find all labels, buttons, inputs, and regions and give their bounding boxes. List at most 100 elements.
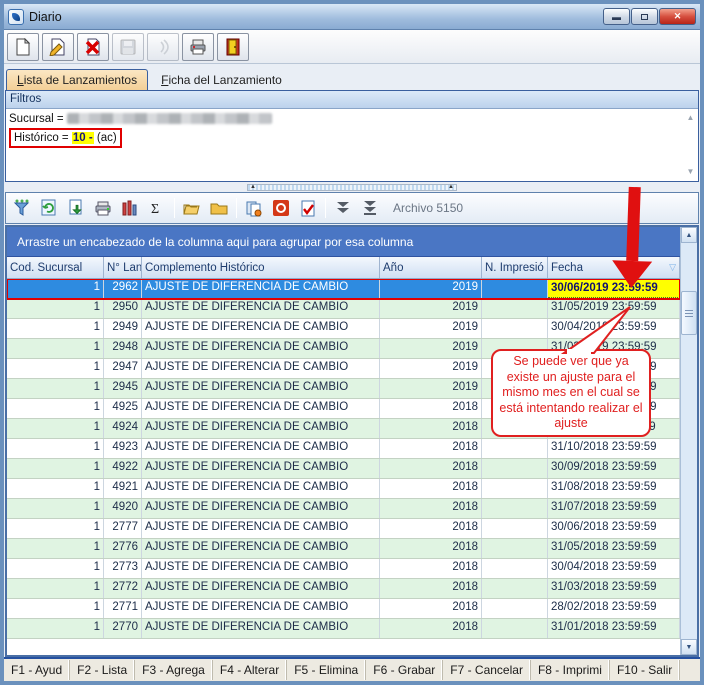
copy-documents-button[interactable]	[244, 198, 264, 218]
cell-n-impresion	[482, 439, 548, 458]
open-folder-button[interactable]	[182, 198, 202, 218]
table-row-selected[interactable]: 1 2962 AJUSTE DE DIFERENCIA DE CAMBIO 2019 3…	[7, 279, 680, 300]
collapse-up-icon: ▲	[448, 184, 454, 190]
filters-scrollbar[interactable]: ▲ ▼	[684, 110, 697, 180]
cell-cod-sucursal: 1	[7, 319, 104, 338]
column-header-n-lan[interactable]: N° Lan	[104, 257, 142, 278]
refresh-icon	[40, 199, 58, 217]
tab-lista-de-lanzamientos[interactable]: Lista de Lanzamientos	[6, 69, 149, 90]
scrollbar-track[interactable]	[681, 243, 697, 639]
fkey-f7[interactable]: F7 - Cancelar	[443, 660, 531, 680]
tab-ficha-del-lanzamiento[interactable]: Ficha del Lanzamiento	[150, 69, 293, 90]
cell-n-impresion	[482, 299, 548, 318]
delete-document-button[interactable]	[77, 32, 109, 61]
save-icon	[120, 39, 136, 55]
record-stop-button[interactable]	[271, 198, 291, 218]
exit-door-button[interactable]	[217, 32, 249, 61]
column-header-fecha[interactable]: Fecha ▽	[548, 257, 680, 278]
new-document-button[interactable]	[7, 32, 39, 61]
move-bottom-icon	[362, 200, 378, 216]
column-header-complemento-hist-rico[interactable]: Complemento Histórico	[142, 257, 380, 278]
maximize-button[interactable]	[631, 8, 658, 25]
cell-n-lanzamiento: 2950	[104, 299, 142, 318]
transmit-icon	[155, 38, 171, 55]
table-row[interactable]: 1 4921 AJUSTE DE DIFERENCIA DE CAMBIO 2018 3…	[7, 479, 680, 499]
column-header-n-impresi-[interactable]: N. Impresió	[482, 257, 548, 278]
close-button[interactable]: ✕	[659, 8, 696, 25]
check-document-button[interactable]	[298, 198, 318, 218]
filter-funnel-button[interactable]	[12, 198, 32, 218]
table-row[interactable]: 1 2772 AJUSTE DE DIFERENCIA DE CAMBIO 2018 3…	[7, 579, 680, 599]
cell-n-lanzamiento: 2772	[104, 579, 142, 598]
cell-ano: 2018	[380, 519, 482, 538]
cell-cod-sucursal: 1	[7, 459, 104, 478]
print-button[interactable]	[182, 32, 214, 61]
archivo-caption: Archivo 5150	[393, 201, 464, 215]
table-row[interactable]: 1 4922 AJUSTE DE DIFERENCIA DE CAMBIO 2018 3…	[7, 459, 680, 479]
cell-ano: 2019	[380, 299, 482, 318]
cell-n-impresion	[482, 579, 548, 598]
scrollbar-thumb[interactable]	[681, 291, 697, 335]
cell-n-lanzamiento: 2773	[104, 559, 142, 578]
sum-sigma-button[interactable]: Σ	[147, 198, 167, 218]
fkey-f3[interactable]: F3 - Agrega	[135, 660, 213, 680]
record-stop-icon	[273, 200, 289, 216]
table-row[interactable]: 1 2950 AJUSTE DE DIFERENCIA DE CAMBIO 2019 3…	[7, 299, 680, 319]
cell-ano: 2018	[380, 539, 482, 558]
cell-fecha: 31/07/2018 23:59:59	[548, 499, 680, 518]
columns-button[interactable]	[120, 198, 140, 218]
move-down-button[interactable]	[333, 198, 353, 218]
group-by-bar[interactable]: Arrastre un encabezado de la columna aqu…	[7, 227, 680, 257]
grid-toolbar: Σ Archivo 5150	[5, 192, 699, 224]
cell-ano: 2018	[380, 499, 482, 518]
closed-folder-button[interactable]	[209, 198, 229, 218]
edit-document-button[interactable]	[42, 32, 74, 61]
cell-n-lanzamiento: 2945	[104, 379, 142, 398]
fkey-f2[interactable]: F2 - Lista	[70, 660, 136, 680]
refresh-button[interactable]	[39, 198, 59, 218]
cell-complemento-historico: AJUSTE DE DIFERENCIA DE CAMBIO	[142, 299, 380, 318]
column-header-cod-sucursal[interactable]: Cod. Sucursal	[7, 257, 104, 278]
table-row[interactable]: 1 2770 AJUSTE DE DIFERENCIA DE CAMBIO 2018 3…	[7, 619, 680, 639]
fkey-f5[interactable]: F5 - Elimina	[287, 660, 367, 680]
scroll-up-icon[interactable]: ▲	[687, 110, 695, 126]
table-row[interactable]: 1 2771 AJUSTE DE DIFERENCIA DE CAMBIO 2018 2…	[7, 599, 680, 619]
scroll-down-icon[interactable]: ▼	[681, 639, 697, 655]
table-row[interactable]: 1 4920 AJUSTE DE DIFERENCIA DE CAMBIO 2018 3…	[7, 499, 680, 519]
cell-n-lanzamiento: 4920	[104, 499, 142, 518]
cell-cod-sucursal: 1	[7, 299, 104, 318]
minimize-button[interactable]: ▬	[603, 8, 630, 25]
historico-rest: (ac)	[96, 132, 117, 144]
print-small-button[interactable]	[93, 198, 113, 218]
table-row[interactable]: 1 2777 AJUSTE DE DIFERENCIA DE CAMBIO 2018 3…	[7, 519, 680, 539]
table-row[interactable]: 1 2949 AJUSTE DE DIFERENCIA DE CAMBIO 2019 3…	[7, 319, 680, 339]
cell-complemento-historico: AJUSTE DE DIFERENCIA DE CAMBIO	[142, 399, 380, 418]
fkey-f10[interactable]: F10 - Salir	[610, 660, 681, 680]
export-down-button[interactable]	[66, 198, 86, 218]
fkey-f8[interactable]: F8 - Imprimi	[531, 660, 610, 680]
grid-scrollbar[interactable]: ▲ ▼	[680, 227, 697, 655]
table-row[interactable]: 1 2776 AJUSTE DE DIFERENCIA DE CAMBIO 2018 3…	[7, 539, 680, 559]
export-down-icon	[68, 199, 85, 217]
cell-complemento-historico: AJUSTE DE DIFERENCIA DE CAMBIO	[142, 319, 380, 338]
fkey-f4[interactable]: F4 - Alterar	[213, 660, 288, 680]
scroll-down-icon[interactable]: ▼	[687, 164, 695, 180]
annotation-callout: Se puede ver que ya existe un ajuste par…	[491, 349, 651, 437]
column-header-a-o[interactable]: Año	[380, 257, 482, 278]
splitter[interactable]: ▲ ▲	[4, 182, 700, 192]
splitter-handle[interactable]: ▲ ▲	[247, 183, 457, 191]
cell-cod-sucursal: 1	[7, 339, 104, 358]
column-filter-icon[interactable]: ▽	[669, 262, 676, 273]
cell-n-lanzamiento: 2949	[104, 319, 142, 338]
cell-cod-sucursal: 1	[7, 399, 104, 418]
table-row[interactable]: 1 4923 AJUSTE DE DIFERENCIA DE CAMBIO 2018 3…	[7, 439, 680, 459]
fkey-f6[interactable]: F6 - Grabar	[366, 660, 444, 680]
move-bottom-button[interactable]	[360, 198, 380, 218]
cell-n-lanzamiento: 2948	[104, 339, 142, 358]
cell-ano: 2018	[380, 439, 482, 458]
scroll-up-icon[interactable]: ▲	[681, 227, 697, 243]
app-window: Diario ▬ ✕ Lista de Lanzamientos Ficha de…	[0, 0, 704, 685]
table-row[interactable]: 1 2773 AJUSTE DE DIFERENCIA DE CAMBIO 2018 3…	[7, 559, 680, 579]
cell-complemento-historico: AJUSTE DE DIFERENCIA DE CAMBIO	[142, 599, 380, 618]
fkey-f1[interactable]: F1 - Ayud	[4, 660, 71, 680]
